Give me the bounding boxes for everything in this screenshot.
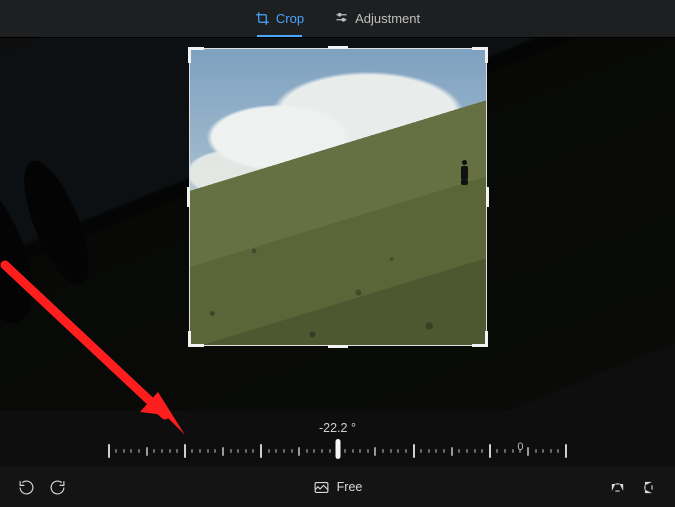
aspect-ratio-button[interactable]: Free (313, 479, 363, 496)
rotate-cw-button[interactable] (49, 479, 66, 496)
crop-handle-bottom[interactable] (328, 345, 348, 348)
straighten-ruler[interactable]: 0 (108, 437, 568, 463)
aspect-ratio-icon (313, 479, 330, 496)
crop-icon (255, 11, 270, 26)
crop-rectangle[interactable] (189, 48, 487, 346)
crop-border (189, 48, 487, 346)
rotate-ccw-button[interactable] (18, 479, 35, 496)
flip-vertical-button[interactable] (640, 479, 657, 496)
rotation-angle-readout: -22.2 ° (0, 421, 675, 435)
crop-handle-top-left[interactable] (188, 47, 191, 63)
ruler-knob[interactable] (335, 439, 340, 459)
tab-crop[interactable]: Crop (251, 0, 308, 37)
flip-horizontal-button[interactable] (609, 479, 626, 496)
tab-adjustment-label: Adjustment (355, 11, 420, 26)
ruler-zero-label: 0 (517, 441, 523, 453)
crop-handle-bottom-left[interactable] (188, 331, 191, 347)
tab-adjustment[interactable]: Adjustment (330, 0, 424, 37)
tab-crop-label: Crop (276, 11, 304, 26)
crop-handle-right[interactable] (486, 187, 489, 207)
aspect-ratio-label: Free (337, 480, 363, 494)
crop-toolbar: Free (0, 467, 675, 507)
mode-tabbar: Crop Adjustment (0, 0, 675, 38)
crop-handle-top-right[interactable] (485, 47, 488, 63)
crop-handle-bottom-right[interactable] (485, 331, 488, 347)
crop-handle-top[interactable] (328, 46, 348, 49)
rotate-cw-icon (49, 479, 66, 496)
flip-horizontal-icon (609, 479, 626, 496)
sliders-icon (334, 11, 349, 26)
crop-handle-left[interactable] (187, 187, 190, 207)
flip-vertical-icon (640, 479, 657, 496)
rotate-ccw-icon (18, 479, 35, 496)
photo-canvas[interactable] (0, 38, 675, 411)
